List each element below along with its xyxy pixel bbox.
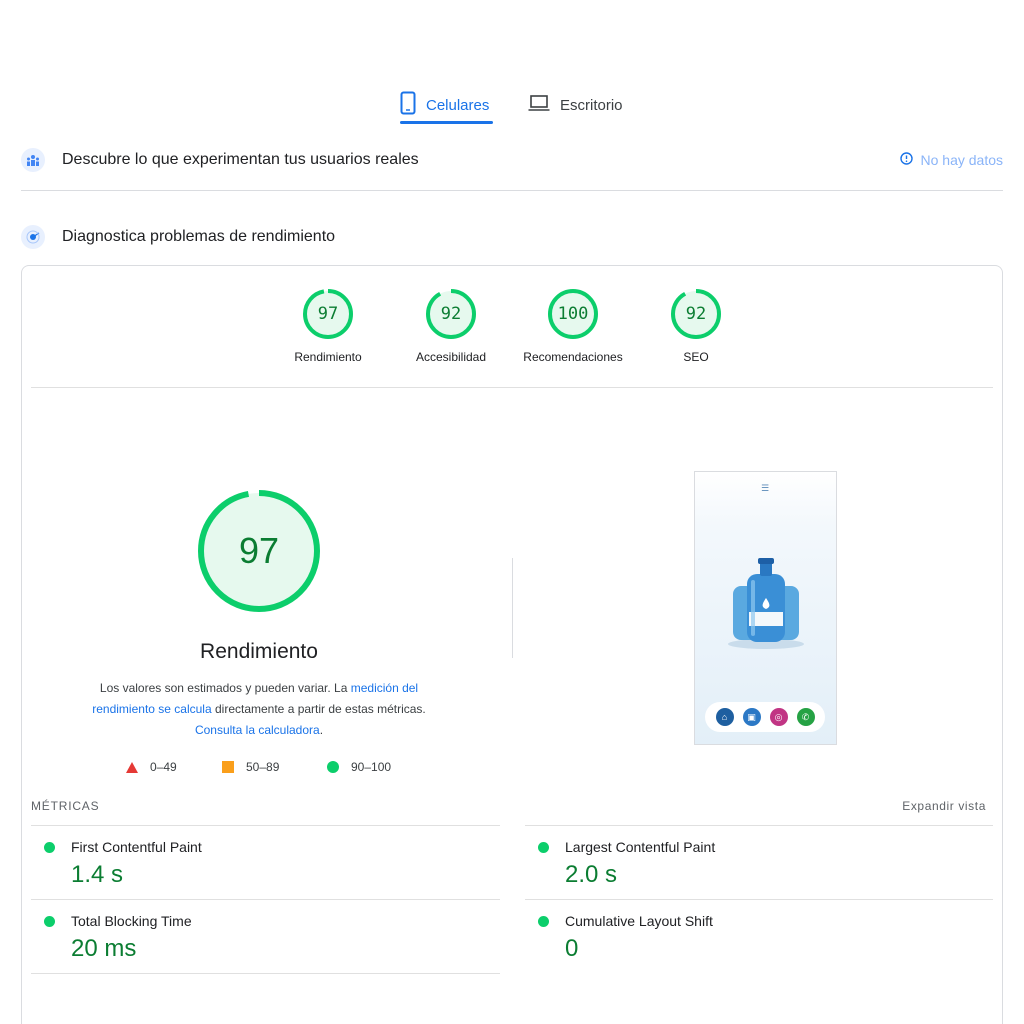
metric-label: First Contentful Paint <box>71 839 202 855</box>
gauges-divider <box>31 387 993 388</box>
fail-triangle-icon <box>126 761 138 773</box>
info-icon <box>899 152 913 168</box>
metric-divider <box>525 825 993 826</box>
metric-label: Largest Contentful Paint <box>565 839 716 855</box>
gauge-value: 92 <box>685 304 707 324</box>
pass-circle-icon <box>327 761 339 773</box>
metric-value: 1.4 s <box>71 861 124 888</box>
score-gauge-seo[interactable]: 92 SEO <box>636 288 756 364</box>
legend-fail-label: 0–49 <box>150 760 177 774</box>
diagnostics-icon <box>21 225 45 249</box>
metric-value: 20 ms <box>71 935 137 962</box>
hamburger-menu-icon: ☰ <box>761 483 770 493</box>
legend-average-label: 50–89 <box>246 760 280 774</box>
metric-divider <box>31 825 500 826</box>
smartphone-icon <box>400 91 416 119</box>
lab-data-section: Diagnostica problemas de rendimiento <box>21 224 1003 250</box>
pass-circle-icon <box>538 841 549 853</box>
metric-divider <box>31 899 500 900</box>
average-square-icon <box>222 761 234 773</box>
score-gauge-recomendaciones[interactable]: 100 Recomendaciones <box>513 288 633 364</box>
description-text: . <box>319 723 324 737</box>
users-icon <box>21 148 45 172</box>
water-bottles-image <box>728 558 804 649</box>
home-icon: ⌂ <box>715 708 734 726</box>
gauge-label: Recomendaciones <box>523 350 623 364</box>
tab-celulares-label: Celulares <box>426 96 490 114</box>
field-data-title: Descubre lo que experimentan tus usuario… <box>62 151 419 168</box>
whatsapp-icon: ✆ <box>796 708 815 726</box>
pass-circle-icon <box>538 915 549 927</box>
metric-total-blocking-time: Total Blocking Time 20 ms <box>44 913 192 963</box>
field-data-section: Descubre lo que experimentan tus usuario… <box>21 147 1003 173</box>
metric-label: Total Blocking Time <box>71 913 192 929</box>
legend-fail: 0–49 <box>126 760 177 774</box>
tab-escritorio-label: Escritorio <box>560 96 623 114</box>
section-divider <box>21 190 1003 191</box>
metric-largest-contentful-paint: Largest Contentful Paint 2.0 s <box>538 839 715 889</box>
tab-escritorio[interactable]: Escritorio <box>528 86 623 124</box>
metric-divider <box>31 973 500 974</box>
score-gauge-accesibilidad[interactable]: 92 Accesibilidad <box>391 288 511 364</box>
legend-pass: 90–100 <box>327 760 391 774</box>
metrics-heading: MÉTRICAS <box>31 799 100 813</box>
laptop-icon <box>528 94 550 116</box>
gauge-label: Accesibilidad <box>415 350 487 364</box>
gauge-value: 92 <box>440 304 462 324</box>
score-gauge-rendimiento[interactable]: 97 Rendimiento <box>268 288 388 364</box>
phone-bottom-nav: ⌂ ▣ ◎ ✆ <box>705 702 825 732</box>
metric-value: 2.0 s <box>565 861 618 888</box>
pass-circle-icon <box>44 841 55 853</box>
instagram-icon: ◎ <box>769 708 788 726</box>
metric-cumulative-layout-shift: Cumulative Layout Shift 0 <box>538 913 713 963</box>
metric-label: Cumulative Layout Shift <box>565 913 713 929</box>
expand-view-button[interactable]: Expandir vista <box>902 799 986 813</box>
description-text: Los valores son estimados y pueden varia… <box>99 681 351 695</box>
metric-first-contentful-paint: First Contentful Paint 1.4 s <box>44 839 202 889</box>
performance-score: 97 <box>238 530 280 571</box>
gauge-value: 100 <box>557 304 589 324</box>
legend-average: 50–89 <box>222 760 279 774</box>
no-data-status: No hay datos <box>899 152 1004 168</box>
metric-value: 0 <box>565 935 579 962</box>
active-tab-indicator <box>400 121 493 124</box>
description-text: directamente a partir de estas métricas. <box>211 702 426 716</box>
tab-celulares[interactable]: Celulares <box>400 86 489 124</box>
calculator-link[interactable]: Consulta la calculadora <box>195 723 320 737</box>
store-icon: ▣ <box>742 708 761 726</box>
performance-title: Rendimiento <box>200 640 318 663</box>
legend-pass-label: 90–100 <box>351 760 392 774</box>
gauge-value: 97 <box>317 304 339 324</box>
pass-circle-icon <box>44 915 55 927</box>
no-data-text: No hay datos <box>920 152 1004 168</box>
vertical-separator <box>512 558 513 658</box>
page-screenshot-thumbnail[interactable]: ☰ ⌂ ▣ ◎ ✆ <box>694 471 837 745</box>
gauge-label: SEO <box>683 350 709 364</box>
lab-data-title: Diagnostica problemas de rendimiento <box>62 228 336 245</box>
gauge-label: Rendimiento <box>294 350 362 364</box>
performance-description: Los valores son estimados y pueden varia… <box>70 678 448 741</box>
metric-divider <box>525 899 993 900</box>
